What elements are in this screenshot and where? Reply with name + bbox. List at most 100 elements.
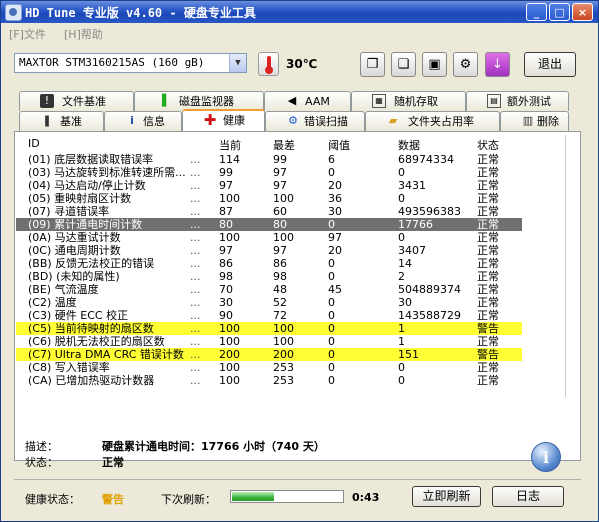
table-row[interactable]: (0A) 马达重试计数 100 100 97 0 正常... — [16, 231, 522, 244]
attribute-worst: 52 — [273, 296, 287, 309]
attribute-threshold: 0 — [328, 257, 335, 270]
tab-aam[interactable]: ◀ AAM — [264, 91, 351, 111]
attribute-id: (05) 重映射扇区计数 — [28, 192, 132, 205]
tab-benchmark[interactable]: ❚ 基准 — [19, 111, 104, 131]
table-row[interactable]: (03) 马达旋转到标准转速所需... 99 97 0 0 正常... — [16, 166, 522, 179]
extra-tests-icon: ▤ — [487, 94, 501, 108]
attribute-worst: 86 — [273, 257, 287, 270]
refresh-now-button[interactable]: 立即刷新 — [412, 486, 481, 507]
trash-icon: ▥ — [522, 114, 534, 127]
attribute-id: (09) 累计通电时间计数 — [28, 218, 143, 231]
table-row[interactable]: (BE) 气流温度 70 48 45 504889374 正常... — [16, 283, 522, 296]
column-header-status[interactable]: 状态 — [477, 137, 499, 153]
copy-icon[interactable]: ❐ — [360, 52, 385, 77]
table-row[interactable]: (CA) 已增加热驱动计数器 100 253 0 0 正常... — [16, 374, 522, 387]
attribute-id: (BD) (未知的属性) — [28, 270, 120, 283]
attribute-threshold: 0 — [328, 218, 335, 231]
refresh-progress-bar — [230, 490, 344, 503]
attribute-current: 80 — [219, 218, 233, 231]
table-row[interactable]: (BB) 反馈无法校正的错误 86 86 0 14 正常... — [16, 257, 522, 270]
minimize-button[interactable]: _ — [526, 3, 547, 21]
next-refresh-label: 下次刷新： — [161, 493, 216, 506]
table-row[interactable]: (09) 累计通电时间计数 80 80 0 17766 正常... — [16, 218, 522, 231]
attribute-worst: 253 — [273, 374, 294, 387]
help-info-icon[interactable]: i — [531, 442, 561, 472]
tab-random-access[interactable]: ▦ 随机存取 — [351, 91, 466, 111]
column-header-threshold[interactable]: 阈值 — [328, 137, 350, 153]
tab-erase[interactable]: ▥ 删除 — [500, 111, 569, 131]
column-header-worst[interactable]: 最差 — [273, 137, 295, 153]
attribute-status: 正常 — [477, 231, 499, 244]
attribute-id: (C5) 当前待映射的扇区数 — [28, 322, 154, 335]
download-icon[interactable]: ↓ — [485, 52, 510, 77]
row-ellipsis: ... — [190, 166, 201, 179]
tab-health[interactable]: ✚ 健康 — [182, 109, 265, 131]
table-row[interactable]: (C7) Ultra DMA CRC 错误计数 200 200 0 151 警告... — [16, 348, 522, 361]
table-row[interactable]: (C5) 当前待映射的扇区数 100 100 0 1 警告... — [16, 322, 522, 335]
attribute-worst: 253 — [273, 361, 294, 374]
attribute-id: (C7) Ultra DMA CRC 错误计数 — [28, 348, 184, 361]
drive-select[interactable]: MAXTOR STM3160215AS (160 gB) ▼ — [14, 53, 247, 73]
attribute-id: (01) 底层数据读取错误率 — [28, 153, 154, 166]
table-row[interactable]: (C2) 温度 30 52 0 30 正常... — [16, 296, 522, 309]
table-row[interactable]: (C6) 脱机无法校正的扇区数 100 100 0 1 正常... — [16, 335, 522, 348]
exit-button[interactable]: 退出 — [524, 52, 576, 77]
table-row[interactable]: (01) 底层数据读取错误率 114 99 6 68974334 正常... — [16, 153, 522, 166]
table-row[interactable]: (05) 重映射扇区计数 100 100 36 0 正常... — [16, 192, 522, 205]
monitor-chart-icon: ▐ — [157, 94, 167, 107]
random-access-icon: ▦ — [372, 94, 386, 108]
table-row[interactable]: (07) 寻道错误率 87 60 30 493596383 正常... — [16, 205, 522, 218]
title-bar[interactable]: HD Tune 专业版 v4.60 - 硬盘专业工具 _ □ × — [1, 1, 598, 23]
maximize-button[interactable]: □ — [549, 3, 570, 21]
attribute-data: 17766 — [398, 218, 433, 231]
attribute-current: 100 — [219, 192, 240, 205]
attribute-worst: 98 — [273, 270, 287, 283]
menu-help[interactable]: [H]帮助 — [64, 26, 103, 42]
attribute-id: (0A) 马达重试计数 — [28, 231, 121, 244]
log-button[interactable]: 日志 — [492, 486, 564, 507]
row-ellipsis: ... — [190, 283, 201, 296]
row-ellipsis: ... — [190, 322, 201, 335]
table-row[interactable]: (BD) (未知的属性) 98 98 0 2 正常... — [16, 270, 522, 283]
tab-folder-usage[interactable]: ▰ 文件夹占用率 — [365, 111, 500, 131]
attribute-status: 正常 — [477, 257, 499, 270]
tab-info[interactable]: i 信息 — [104, 111, 182, 131]
attribute-status: 正常 — [477, 374, 499, 387]
benchmark-icon: ❚ — [42, 114, 52, 127]
attribute-id: (C2) 温度 — [28, 296, 77, 309]
tab-extra-tests[interactable]: ▤ 额外测试 — [466, 91, 569, 111]
temperature-readout: 30℃ — [286, 57, 318, 71]
attribute-current: 90 — [219, 309, 233, 322]
copy-text-icon[interactable]: ❏ — [391, 52, 416, 77]
row-ellipsis: ... — [190, 231, 201, 244]
column-header-data[interactable]: 数据 — [398, 137, 420, 153]
table-row[interactable]: (C8) 写入错误率 100 253 0 0 正常... — [16, 361, 522, 374]
attribute-id: (C8) 写入错误率 — [28, 361, 110, 374]
tab-file-benchmark[interactable]: ! 文件基准 — [19, 91, 134, 111]
attribute-worst: 99 — [273, 153, 287, 166]
table-row[interactable]: (04) 马达启动/停止计数 97 97 20 3431 正常... — [16, 179, 522, 192]
attribute-status: 正常 — [477, 335, 499, 348]
attribute-status: 正常 — [477, 244, 499, 257]
options-icon[interactable]: ⚙ — [453, 52, 478, 77]
chevron-down-icon[interactable]: ▼ — [229, 54, 246, 72]
attribute-worst: 97 — [273, 244, 287, 257]
menu-file[interactable]: [F]文件 — [9, 26, 46, 42]
column-header-current[interactable]: 当前 — [219, 137, 241, 153]
menu-bar: [F]文件 [H]帮助 — [1, 23, 598, 42]
table-row[interactable]: (C3) 硬件 ECC 校正 90 72 0 143588729 正常... — [16, 309, 522, 322]
close-button[interactable]: × — [572, 3, 593, 21]
attribute-current: 97 — [219, 244, 233, 257]
app-logo-icon — [5, 4, 22, 21]
attribute-data: 68974334 — [398, 153, 454, 166]
column-header-id[interactable]: ID — [28, 137, 40, 150]
save-icon[interactable]: ▣ — [422, 52, 447, 77]
table-row[interactable]: (0C) 通电周期计数 97 97 20 3407 正常... — [16, 244, 522, 257]
tab-disk-monitor[interactable]: ▐ 磁盘监视器 — [134, 91, 264, 111]
attribute-worst: 72 — [273, 309, 287, 322]
attribute-id: (BE) 气流温度 — [28, 283, 99, 296]
attribute-data: 3407 — [398, 244, 426, 257]
attribute-current: 86 — [219, 257, 233, 270]
tab-error-scan[interactable]: ⚙ 错误扫描 — [265, 111, 365, 131]
attribute-current: 100 — [219, 322, 240, 335]
